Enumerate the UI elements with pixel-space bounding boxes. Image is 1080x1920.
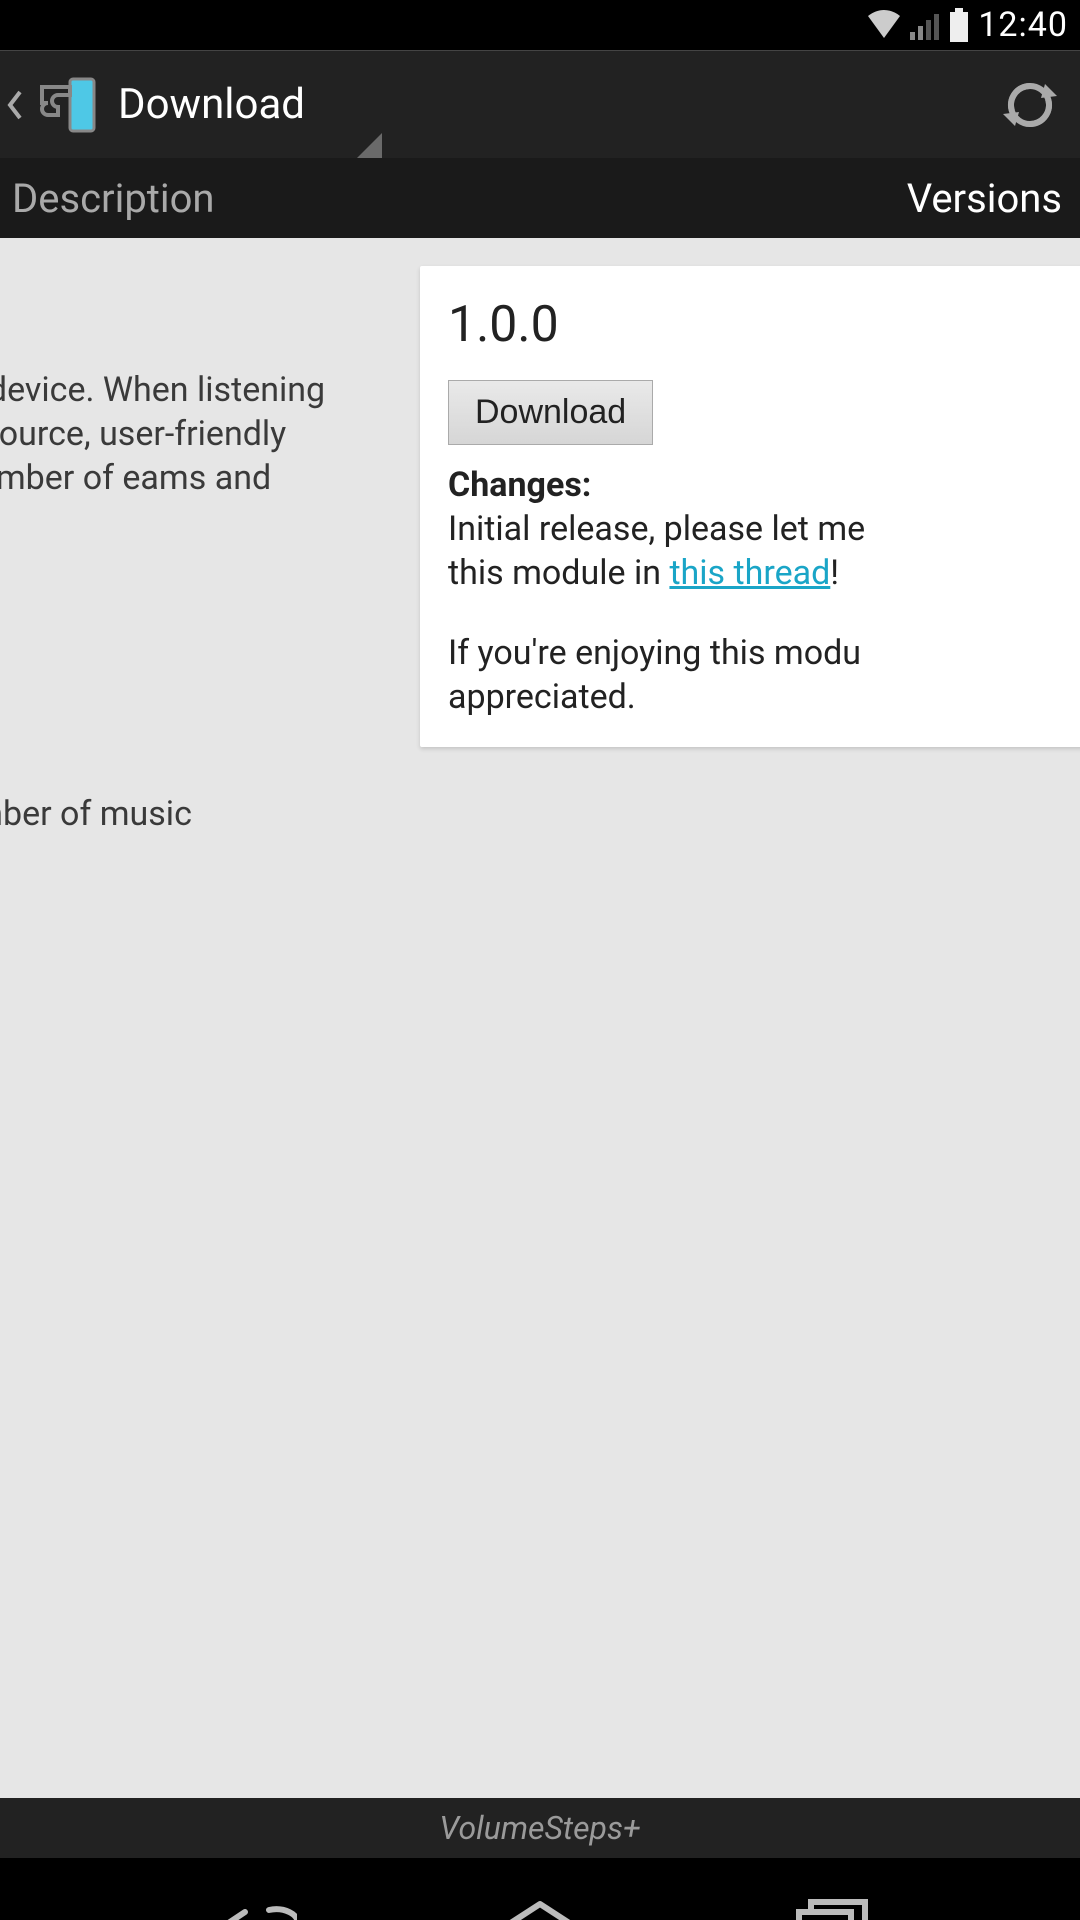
spinner-indicator-icon	[354, 133, 382, 161]
tab-label: Description	[12, 175, 215, 222]
app-icon	[30, 71, 98, 139]
footer-bar: VolumeSteps+	[0, 1798, 1080, 1858]
changes-heading: Changes:	[448, 465, 1080, 505]
actionbar-spinner[interactable]: Download	[116, 51, 305, 159]
description-panel: d module is to change the your device. W…	[0, 238, 378, 1256]
changes-text: If you're enjoying this modu	[448, 633, 861, 673]
description-text: gs, reboot. module and reboot	[0, 1140, 350, 1228]
home-button[interactable]	[480, 1887, 600, 1920]
action-bar: Download	[0, 50, 1080, 158]
recents-icon	[793, 1896, 873, 1920]
refresh-icon	[1003, 78, 1057, 132]
description-text: ume steps for the alarm, ams. 15, 30, 45…	[0, 664, 350, 752]
changes-text: !	[830, 553, 839, 593]
up-button[interactable]	[0, 71, 98, 139]
recents-button[interactable]	[773, 1887, 893, 1920]
content-area[interactable]: d module is to change the your device. W…	[0, 238, 1080, 1798]
chevron-left-icon	[6, 90, 24, 120]
version-number: 1.0.0	[448, 296, 1080, 354]
changes-body: Initial release, please let me this modu…	[448, 507, 1080, 719]
description-text: e safe headset volume new number of musi…	[0, 792, 350, 836]
description-text: d module is to change the your device. W…	[0, 368, 350, 544]
tab-versions[interactable]: Versions	[895, 158, 1074, 238]
tab-label: Versions	[907, 175, 1062, 222]
cell-signal-icon	[910, 10, 940, 40]
changes-text: Initial release, please let me	[448, 509, 865, 549]
thread-link[interactable]: this thread	[669, 553, 830, 593]
download-button[interactable]: Download	[448, 380, 653, 445]
tab-strip: Description Versions	[0, 158, 1080, 238]
navigation-bar	[0, 1858, 1080, 1920]
status-bar: 12:40	[0, 0, 1080, 50]
battery-icon	[948, 8, 970, 42]
clock-text: 12:40	[978, 5, 1068, 45]
changes-text: this module in	[448, 553, 669, 593]
wifi-icon	[866, 10, 902, 40]
home-icon	[495, 1898, 585, 1920]
changes-text: appreciated.	[448, 677, 636, 717]
refresh-button[interactable]	[994, 69, 1066, 141]
tab-description[interactable]: Description	[0, 158, 227, 238]
actionbar-title: Download	[116, 80, 305, 129]
description-text: fe headset volume	[0, 876, 350, 920]
download-button-label: Download	[475, 393, 626, 431]
back-button[interactable]	[187, 1887, 307, 1920]
back-icon	[197, 1898, 297, 1920]
module-name: VolumeSteps+	[439, 1809, 640, 1847]
version-card: 1.0.0 Download Changes: Initial release,…	[420, 266, 1080, 747]
